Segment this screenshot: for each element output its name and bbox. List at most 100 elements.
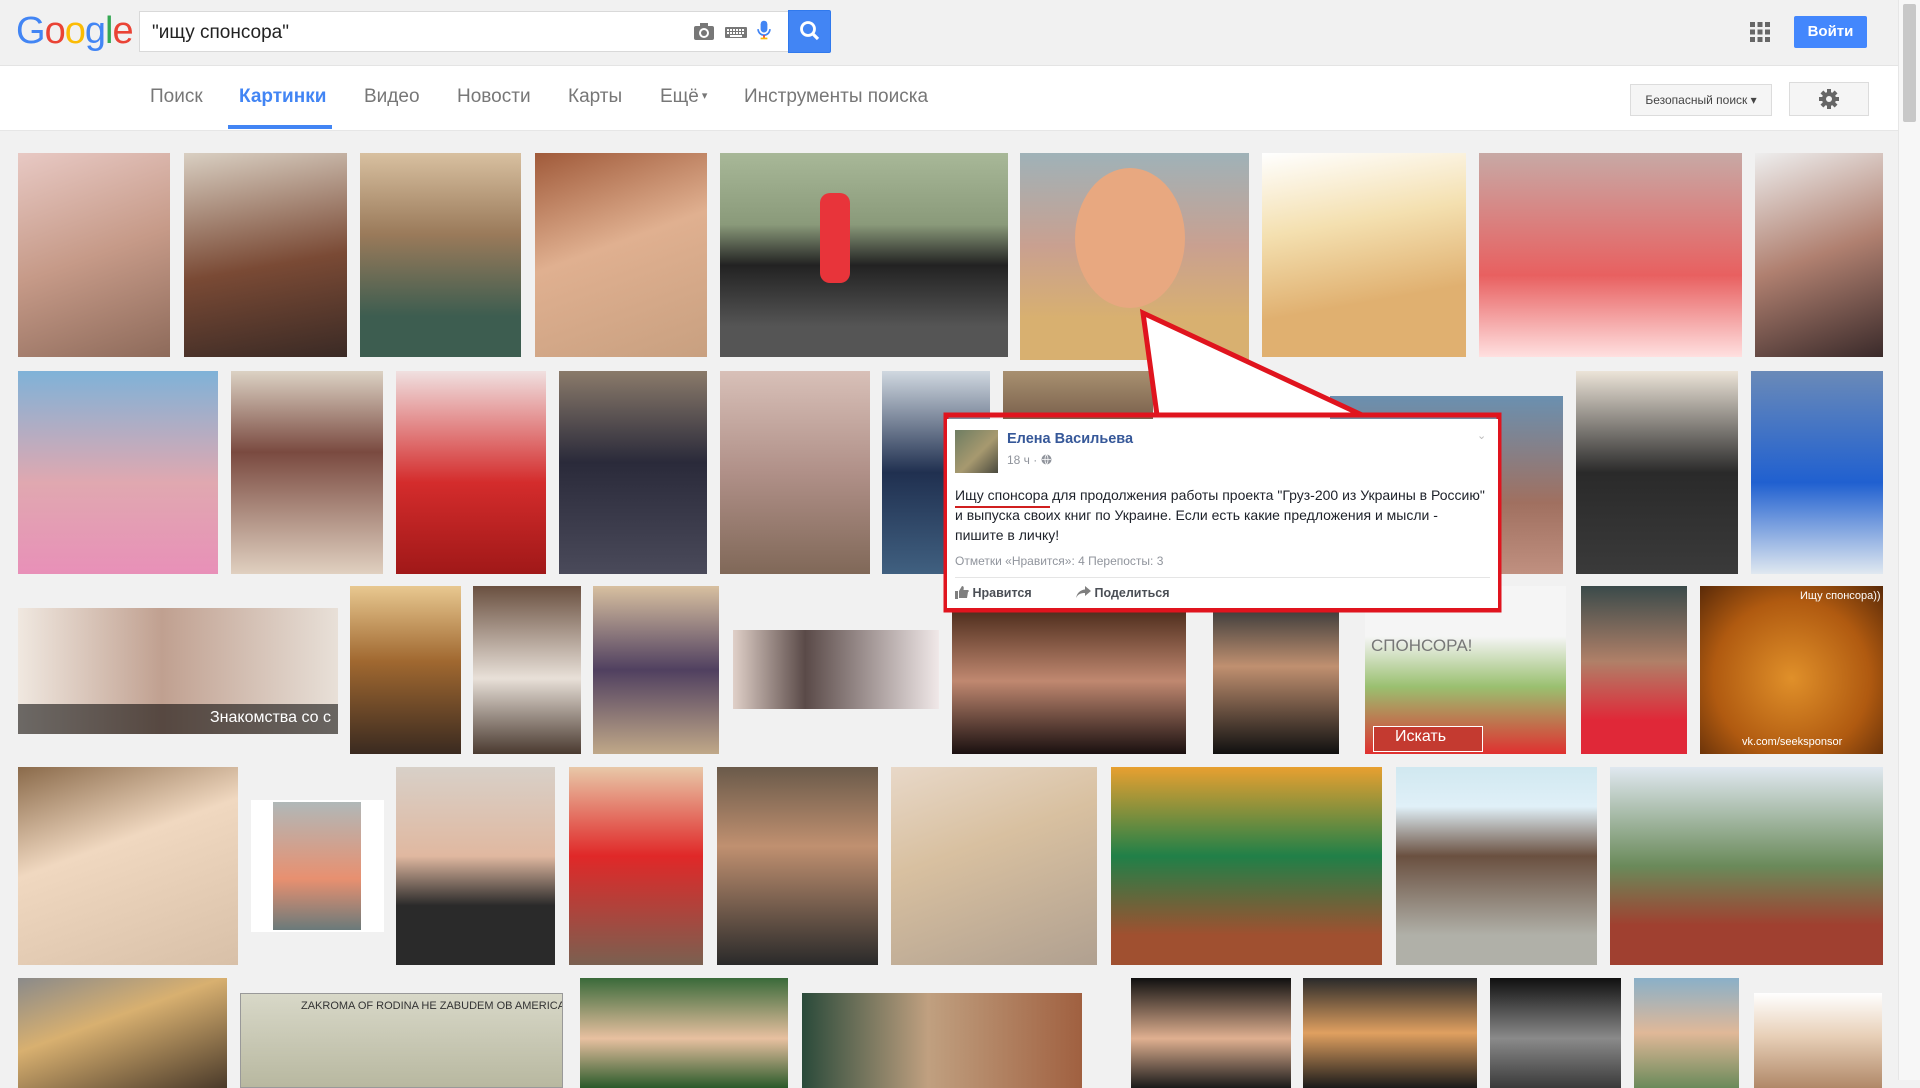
like-button[interactable]: Нравится: [955, 586, 1032, 600]
image-result[interactable]: [569, 767, 703, 965]
image-result[interactable]: [473, 586, 581, 754]
tab-more-label: Ещё: [660, 86, 699, 107]
image-result[interactable]: [18, 978, 227, 1088]
image-caption: Знакомства со с: [210, 709, 331, 726]
sign-in-button[interactable]: Войти: [1794, 16, 1867, 48]
image-result[interactable]: Ищу спонсора)) vk.com/seeksponsor: [1700, 586, 1883, 754]
image-result[interactable]: [559, 371, 707, 574]
image-result[interactable]: [720, 153, 1008, 357]
like-label: Нравится: [972, 586, 1032, 600]
post-reaction-stats[interactable]: Отметки «Нравится»: 4 Перепосты: 3: [955, 554, 1163, 568]
red-dress-shape: [820, 193, 850, 283]
image-photo: [273, 802, 361, 930]
image-result[interactable]: [18, 767, 238, 965]
image-result[interactable]: [1751, 371, 1883, 574]
share-arrow-icon: [1076, 586, 1091, 598]
image-result[interactable]: [1479, 153, 1742, 357]
image-result[interactable]: [952, 608, 1186, 754]
image-result[interactable]: [396, 371, 546, 574]
search-input[interactable]: [150, 21, 674, 45]
image-result[interactable]: [350, 586, 461, 754]
divider: [955, 577, 1490, 578]
camera-icon[interactable]: [692, 21, 716, 43]
logo-letter: g: [84, 10, 106, 52]
image-result[interactable]: [360, 153, 521, 357]
image-result-highlighted[interactable]: [1020, 153, 1249, 360]
highlight-underline: [955, 506, 1050, 508]
image-caption: Ищу спонсора)): [1800, 590, 1881, 602]
image-result[interactable]: [580, 978, 788, 1088]
image-result[interactable]: [717, 767, 878, 965]
thumbs-up-icon: [955, 586, 969, 599]
image-result[interactable]: [184, 153, 347, 357]
image-result[interactable]: [1131, 978, 1291, 1088]
image-result[interactable]: [251, 800, 384, 932]
image-result[interactable]: [1213, 608, 1339, 754]
tab-images[interactable]: Картинки: [239, 86, 326, 108]
chevron-down-icon: ▾: [701, 90, 708, 102]
settings-button[interactable]: [1789, 82, 1869, 116]
image-result[interactable]: [593, 586, 719, 754]
image-result[interactable]: [1576, 371, 1738, 574]
image-result[interactable]: [1581, 586, 1687, 754]
top-header: Google "ищу спонсора" Войти: [0, 0, 1898, 66]
logo-letter: o: [44, 10, 66, 52]
image-result[interactable]: [1755, 153, 1883, 357]
search-box: [139, 11, 789, 52]
post-author-name[interactable]: Елена Васильева: [1007, 431, 1133, 447]
search-tabs-bar: Поиск Картинки Видео Новости Карты Ещё ▾ …: [0, 66, 1898, 131]
scrollbar-thumb[interactable]: [1903, 4, 1916, 122]
image-result[interactable]: [1303, 978, 1477, 1088]
face-shape: [1075, 168, 1185, 308]
tab-maps[interactable]: Карты: [568, 86, 622, 108]
search-icon: [800, 21, 820, 41]
image-result[interactable]: [396, 767, 555, 965]
image-result[interactable]: [802, 993, 1082, 1088]
microphone-icon[interactable]: [752, 19, 776, 41]
google-logo[interactable]: Google: [16, 10, 134, 53]
image-result[interactable]: [1754, 993, 1882, 1088]
image-result[interactable]: [1490, 978, 1621, 1088]
post-text: Ищу спонсора для продолжения работы прое…: [955, 487, 1485, 543]
tab-video[interactable]: Видео: [364, 86, 420, 108]
tab-news[interactable]: Новости: [457, 86, 531, 108]
gear-icon: [1819, 89, 1839, 109]
post-time: 18 ч ·: [1007, 453, 1038, 467]
tab-search-tools[interactable]: Инструменты поиска: [744, 86, 928, 108]
share-button[interactable]: Поделиться: [1076, 586, 1170, 600]
apps-grid-icon[interactable]: [1750, 22, 1770, 42]
image-result[interactable]: [231, 371, 383, 574]
image-result[interactable]: [1634, 978, 1739, 1088]
globe-icon: [1041, 454, 1052, 465]
image-result[interactable]: [1262, 153, 1466, 357]
image-caption: vk.com/seeksponsor: [1742, 736, 1843, 748]
active-tab-indicator: [228, 125, 332, 129]
image-result[interactable]: [18, 371, 218, 574]
logo-letter: o: [64, 10, 86, 52]
tab-more[interactable]: Ещё ▾: [660, 86, 707, 108]
facebook-post-card: Елена Васильева 18 ч · ⌄ Ищу спонсора дл…: [947, 419, 1498, 608]
image-result[interactable]: [720, 371, 870, 574]
logo-letter: l: [104, 10, 114, 52]
chevron-down-icon[interactable]: ⌄: [1477, 429, 1486, 442]
image-caption: СПОНСОРА!: [1371, 636, 1473, 655]
safe-search-dropdown[interactable]: Безопасный поиск ▾: [1630, 84, 1772, 116]
image-result[interactable]: [1396, 767, 1597, 965]
tab-search[interactable]: Поиск: [150, 86, 203, 108]
image-result[interactable]: [891, 767, 1097, 965]
image-result[interactable]: [18, 153, 170, 357]
keyboard-icon[interactable]: [724, 21, 748, 43]
page-scrollbar[interactable]: [1898, 0, 1920, 1080]
image-result[interactable]: [733, 630, 939, 709]
image-result[interactable]: Знакомства со с: [18, 608, 338, 734]
logo-letter: e: [112, 10, 133, 52]
image-result[interactable]: [1111, 767, 1382, 965]
image-result[interactable]: СПОНСОРА! Искать: [1365, 586, 1566, 754]
image-result[interactable]: [1610, 767, 1883, 965]
image-result[interactable]: ZAKROMA OF RODINA НЕ ZABUDEM OB AMERICA: [240, 993, 563, 1088]
image-caption: ZAKROMA OF RODINA НЕ ZABUDEM OB AMERICA: [301, 1000, 563, 1012]
image-result[interactable]: [535, 153, 707, 357]
avatar[interactable]: [955, 430, 998, 473]
image-caption: Искать: [1395, 728, 1447, 745]
search-button[interactable]: [788, 10, 831, 53]
